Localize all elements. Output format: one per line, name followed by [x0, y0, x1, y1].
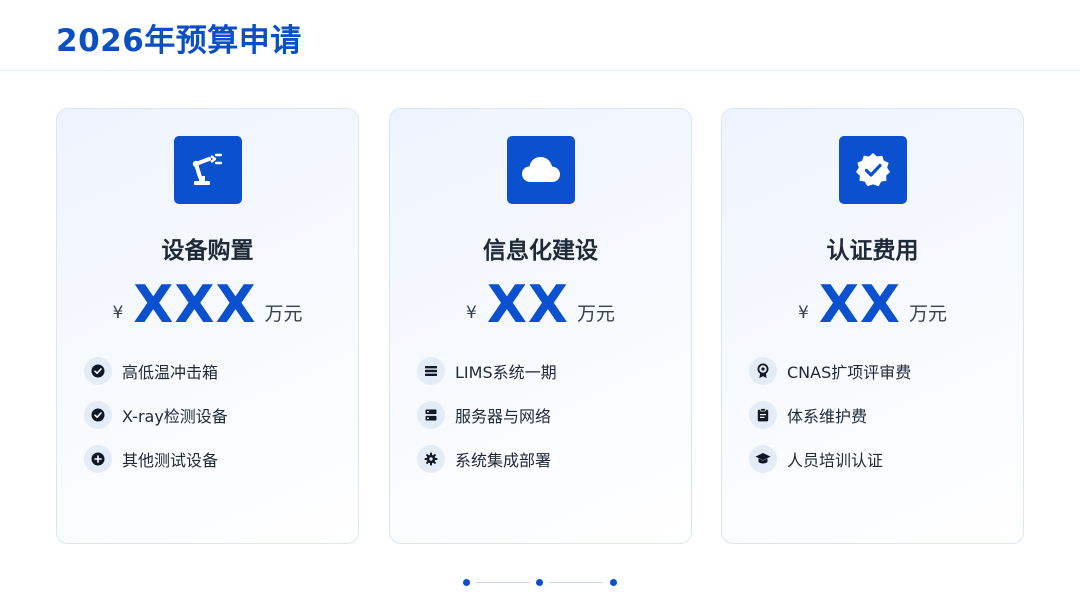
server-icon	[417, 401, 445, 429]
gear-icon	[417, 445, 445, 473]
list-item: 体系维护费	[749, 393, 1009, 437]
pagination-dot[interactable]	[463, 579, 470, 586]
item-label: X-ray检测设备	[122, 407, 228, 426]
price: ¥ XX 万元	[390, 275, 691, 335]
item-list: LIMS系统一期 服务器与网络 系统集成部署	[417, 349, 677, 481]
pagination-dot[interactable]	[610, 579, 617, 586]
amount-unit: 万元	[909, 303, 948, 325]
item-label: 高低温冲击箱	[122, 363, 219, 382]
item-label: LIMS系统一期	[455, 363, 557, 382]
amount-value: XX	[818, 275, 901, 335]
currency-symbol: ¥	[797, 303, 809, 323]
list-item: X-ray检测设备	[84, 393, 344, 437]
list-item: 服务器与网络	[417, 393, 677, 437]
item-label: 人员培训认证	[787, 451, 884, 470]
amount-unit: 万元	[577, 303, 616, 325]
pagination-line	[549, 582, 603, 583]
plus-circle-icon	[84, 445, 112, 473]
card-certification: 认证费用 ¥ XX 万元 CNAS扩项评审费 体系维护费 人员培训认证	[721, 108, 1024, 544]
card-equipment: 设备购置 ¥ XXX 万元 高低温冲击箱 X-ray检测设备 其他测试设备	[56, 108, 359, 544]
list-item: 系统集成部署	[417, 437, 677, 481]
award-icon	[749, 357, 777, 385]
list-item: LIMS系统一期	[417, 349, 677, 393]
card-it-construction: 信息化建设 ¥ XX 万元 LIMS系统一期 服务器与网络 系统集成部署	[389, 108, 692, 544]
robot-arm-icon	[174, 136, 242, 204]
cloud-icon	[507, 136, 575, 204]
item-list: 高低温冲击箱 X-ray检测设备 其他测试设备	[84, 349, 344, 481]
amount-value: XX	[486, 275, 569, 335]
price: ¥ XXX 万元	[57, 275, 358, 335]
card-title: 设备购置	[161, 238, 254, 264]
check-circle-icon	[84, 401, 112, 429]
item-label: 服务器与网络	[455, 407, 552, 426]
budget-cards: 设备购置 ¥ XXX 万元 高低温冲击箱 X-ray检测设备 其他测试设备 信息…	[0, 0, 1080, 608]
item-label: 其他测试设备	[122, 451, 219, 470]
list-item: 高低温冲击箱	[84, 349, 344, 393]
item-label: 系统集成部署	[455, 451, 552, 470]
check-circle-icon	[84, 357, 112, 385]
currency-symbol: ¥	[465, 303, 477, 323]
list-item: 其他测试设备	[84, 437, 344, 481]
pagination-indicator	[463, 579, 617, 587]
list-icon	[417, 357, 445, 385]
pagination-line	[476, 582, 530, 583]
item-list: CNAS扩项评审费 体系维护费 人员培训认证	[749, 349, 1009, 481]
item-label: CNAS扩项评审费	[787, 363, 912, 382]
amount-value: XXX	[133, 275, 257, 335]
graduation-cap-icon	[749, 445, 777, 473]
badge-check-icon	[839, 136, 907, 204]
clipboard-icon	[749, 401, 777, 429]
pagination-dot[interactable]	[536, 579, 543, 586]
item-label: 体系维护费	[787, 407, 868, 426]
currency-symbol: ¥	[112, 303, 124, 323]
amount-unit: 万元	[264, 303, 303, 325]
price: ¥ XX 万元	[722, 275, 1023, 335]
list-item: CNAS扩项评审费	[749, 349, 1009, 393]
card-title: 信息化建设	[483, 238, 598, 264]
list-item: 人员培训认证	[749, 437, 1009, 481]
card-title: 认证费用	[826, 238, 919, 264]
